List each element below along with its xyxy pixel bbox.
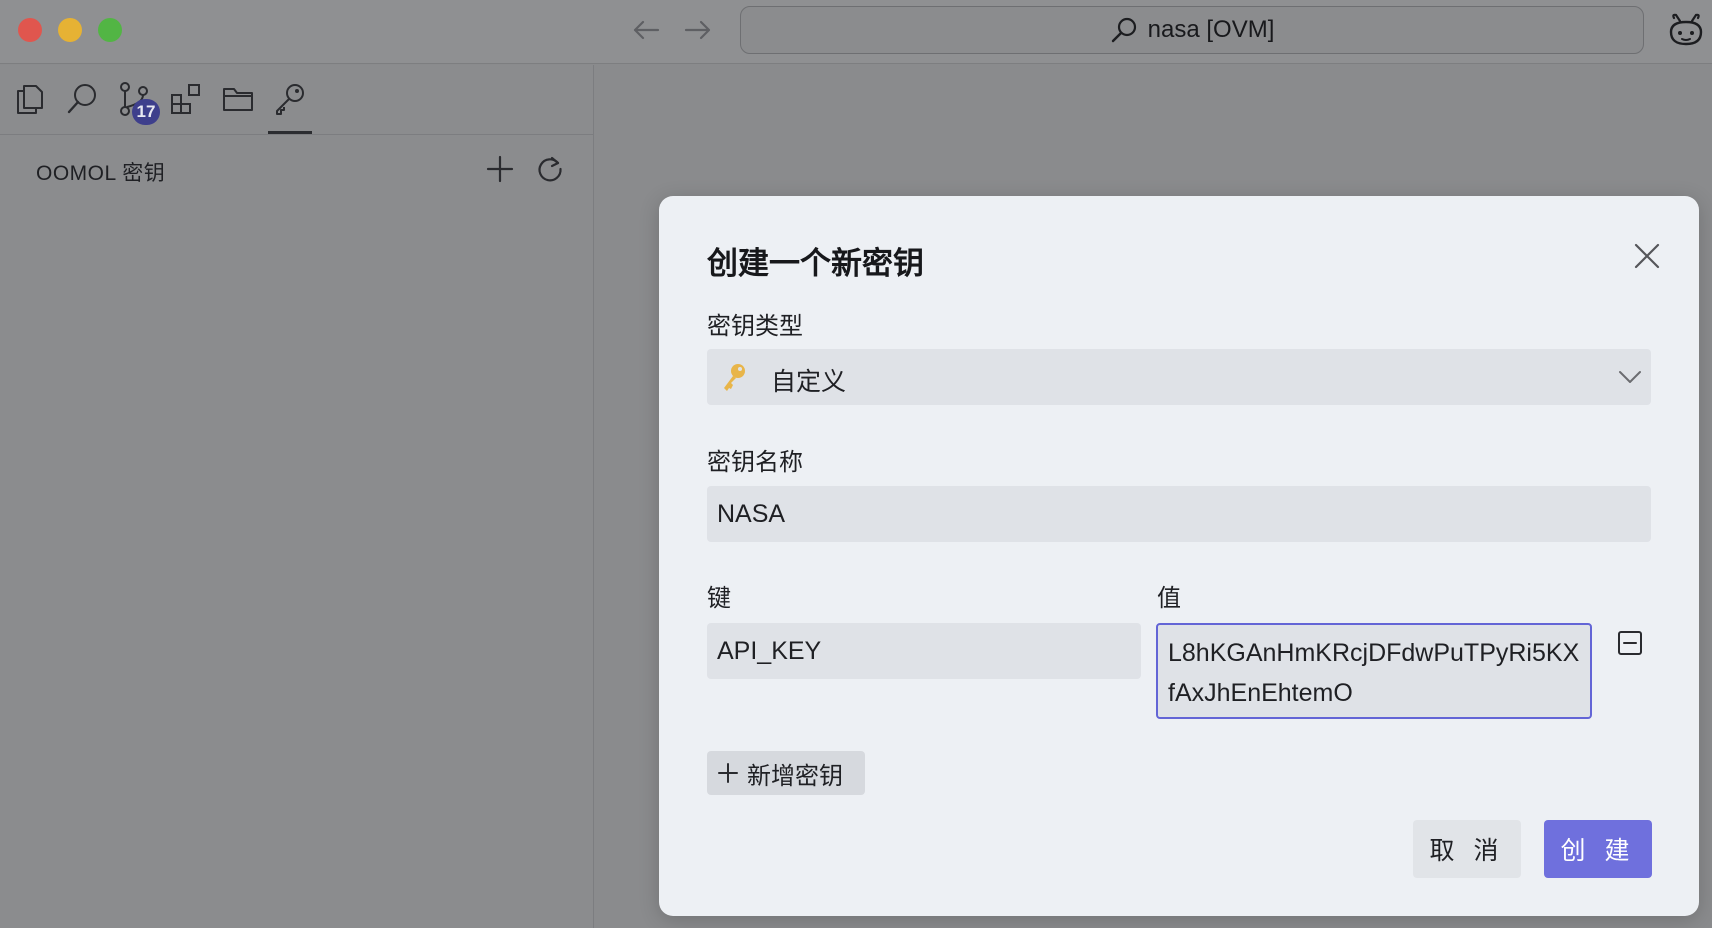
plus-icon xyxy=(486,155,514,183)
activity-search[interactable] xyxy=(62,79,102,119)
key-icon xyxy=(276,84,304,115)
arrow-left-icon xyxy=(633,20,660,40)
files-icon xyxy=(17,85,43,114)
activity-extensions[interactable] xyxy=(166,79,206,119)
add-entry-label: 新增密钥 xyxy=(747,762,843,790)
activity-explorer[interactable] xyxy=(10,79,50,119)
key-icon xyxy=(724,364,745,391)
secret-type-select[interactable]: 自定义 xyxy=(707,349,1651,405)
activity-secrets[interactable] xyxy=(270,79,310,119)
search-icon xyxy=(67,84,96,114)
dialog-close-button[interactable] xyxy=(1627,236,1667,276)
command-center-text: nasa [OVM] xyxy=(1147,16,1275,43)
key-column-label: 键 xyxy=(707,585,731,612)
sidebar: 17 OOMOL 密钥 xyxy=(0,65,594,928)
app-logo-icon[interactable] xyxy=(1666,12,1706,48)
activity-bar: 17 xyxy=(0,65,594,135)
activity-folder[interactable] xyxy=(218,79,258,119)
secret-type-label: 密钥类型 xyxy=(707,313,803,340)
secret-name-label: 密钥名称 xyxy=(707,449,803,476)
command-center[interactable]: nasa [OVM] xyxy=(740,6,1644,54)
active-tab-indicator xyxy=(268,131,312,134)
extensions-icon xyxy=(171,84,200,114)
refresh-icon xyxy=(538,156,562,182)
close-icon xyxy=(1634,243,1660,269)
create-button[interactable]: 创 建 xyxy=(1544,820,1652,878)
plus-icon xyxy=(718,763,738,783)
zoom-window-button[interactable] xyxy=(98,18,122,42)
sidebar-title: OOMOL 密钥 xyxy=(36,162,166,185)
forward-button[interactable] xyxy=(680,14,716,46)
add-secret-button[interactable] xyxy=(482,151,518,187)
secret-type-value: 自定义 xyxy=(771,368,847,396)
close-window-button[interactable] xyxy=(18,18,42,42)
create-secret-dialog: 创建一个新密钥 密钥类型 自定义 密钥名称 NASA 键 值 API_KEY L… xyxy=(659,196,1699,916)
secret-key-input[interactable]: API_KEY xyxy=(707,623,1141,679)
folder-icon xyxy=(223,88,253,111)
back-button[interactable] xyxy=(628,14,664,46)
search-icon xyxy=(1111,17,1136,43)
value-column-label: 值 xyxy=(1157,585,1181,612)
source-control-badge: 17 xyxy=(132,99,160,125)
chevron-down-icon xyxy=(1619,371,1641,383)
secret-name-input[interactable]: NASA xyxy=(707,486,1651,542)
arrow-right-icon xyxy=(684,20,711,40)
minus-square-icon xyxy=(1618,631,1642,655)
refresh-button[interactable] xyxy=(532,151,568,187)
cancel-button[interactable]: 取 消 xyxy=(1413,820,1521,878)
minimize-window-button[interactable] xyxy=(58,18,82,42)
dialog-title: 创建一个新密钥 xyxy=(707,246,924,281)
secret-value-input[interactable]: L8hKGAnHmKRcjDFdwPuTPyRi5KXfAxJhEnEhtemO xyxy=(1156,623,1592,719)
remove-entry-button[interactable] xyxy=(1613,626,1647,660)
title-bar: nasa [OVM] xyxy=(0,0,1712,64)
add-entry-button[interactable]: 新增密钥 xyxy=(707,751,865,795)
